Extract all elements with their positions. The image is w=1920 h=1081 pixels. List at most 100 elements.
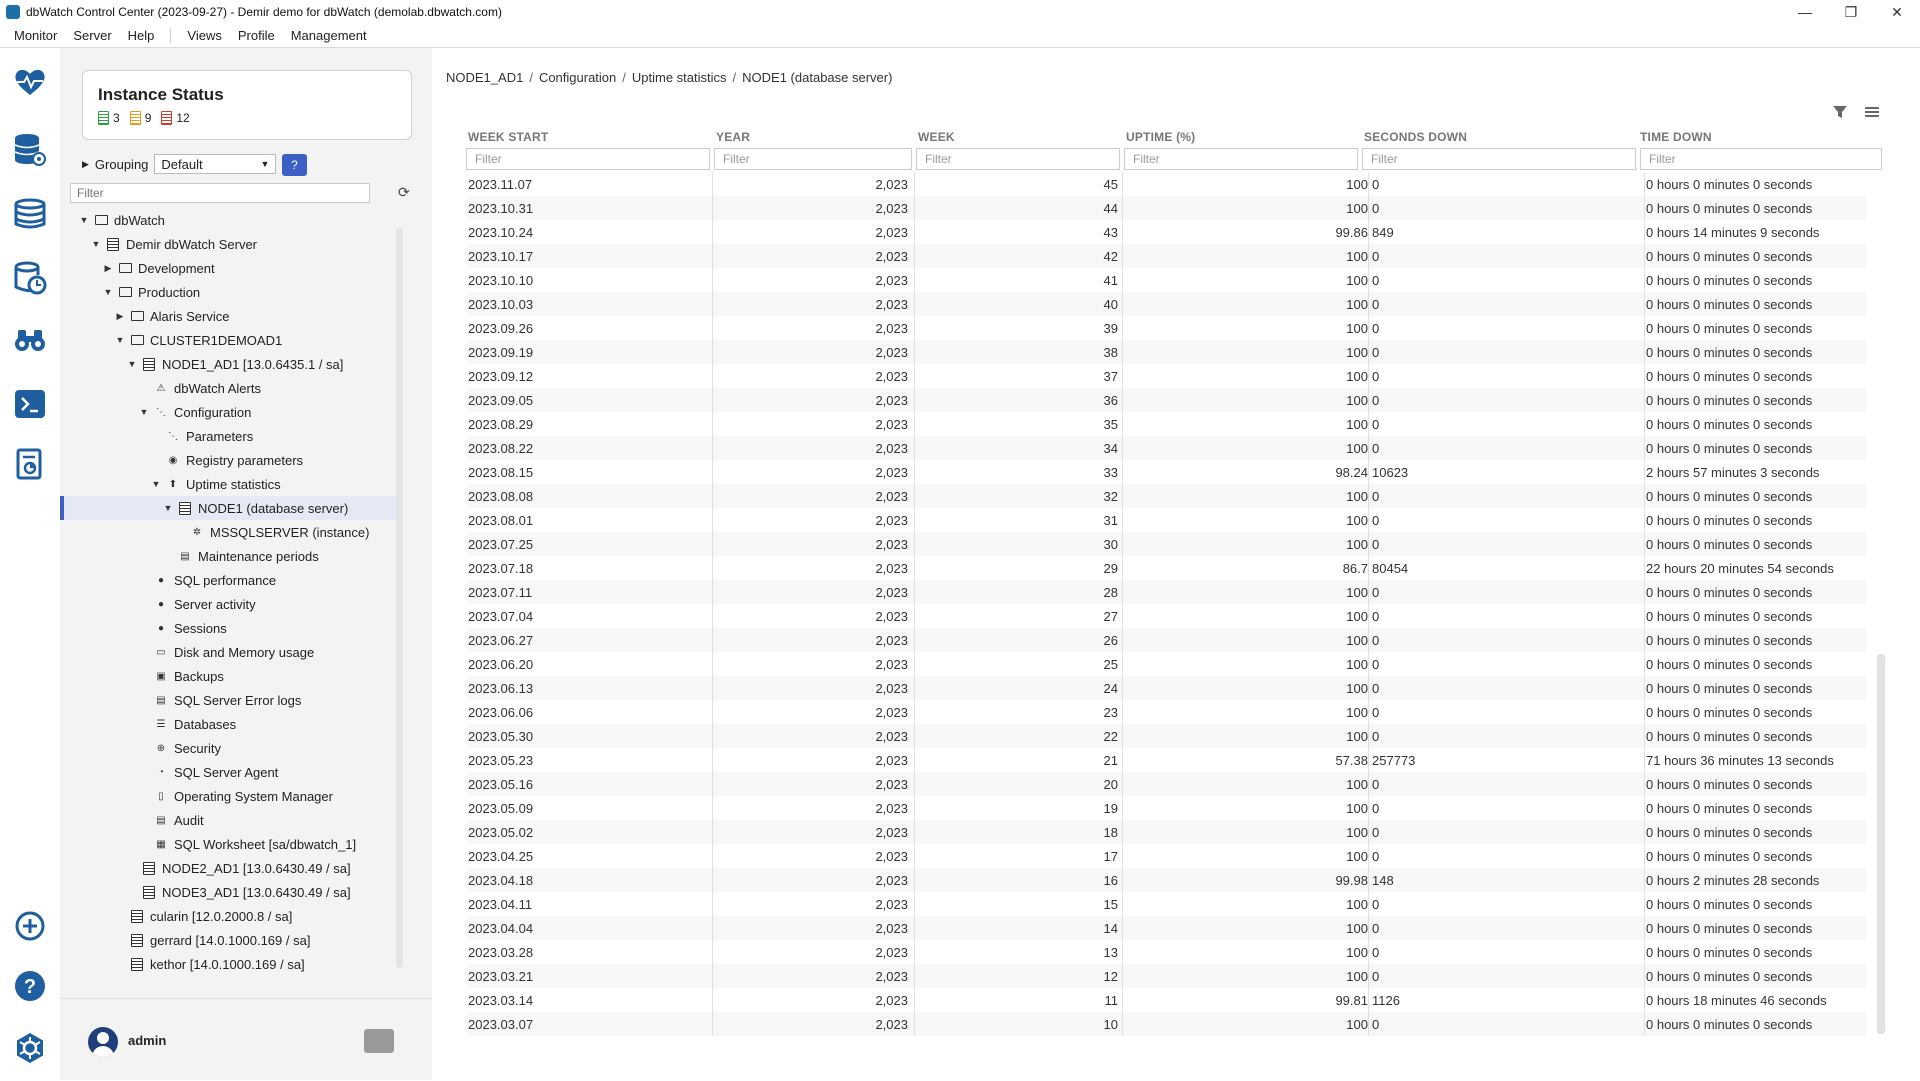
filter-week[interactable]: Filter	[916, 148, 1120, 170]
table-row[interactable]: 2023.04.11 2,023 15 100 0 0 hours 0 minutes 0…	[466, 892, 1866, 916]
tree-item[interactable]: ▣ Backups	[60, 664, 400, 688]
instance-status-card[interactable]: Instance Status 3 9 12	[82, 70, 412, 140]
tree-item[interactable]: ▼ ⋱ Configuration	[60, 400, 400, 424]
expand-toggle-icon[interactable]: ▼	[150, 479, 162, 489]
tree-item[interactable]: ▭ Disk and Memory usage	[60, 640, 400, 664]
expand-toggle-icon[interactable]: ▼	[102, 287, 114, 297]
tree-item[interactable]: kethor [14.0.1000.169 / sa]	[60, 952, 400, 976]
table-row[interactable]: 2023.10.10 2,023 41 100 0 0 hours 0 minutes 0…	[466, 268, 1866, 292]
table-row[interactable]: 2023.08.01 2,023 31 100 0 0 hours 0 minutes 0…	[466, 508, 1866, 532]
table-row[interactable]: 2023.06.06 2,023 23 100 0 0 hours 0 minutes 0…	[466, 700, 1866, 724]
menu-help[interactable]: Help	[120, 28, 163, 43]
table-row[interactable]: 2023.04.25 2,023 17 100 0 0 hours 0 minutes 0…	[466, 844, 1866, 868]
table-row[interactable]: 2023.03.21 2,023 12 100 0 0 hours 0 minutes 0…	[466, 964, 1866, 988]
minimize-button[interactable]: —	[1782, 0, 1828, 24]
grouping-expand-icon[interactable]: ▶	[82, 159, 89, 170]
tree-item[interactable]: ⚠ dbWatch Alerts	[60, 376, 400, 400]
table-row[interactable]: 2023.05.16 2,023 20 100 0 0 hours 0 minutes 0…	[466, 772, 1866, 796]
tree-item[interactable]: gerrard [14.0.1000.169 / sa]	[60, 928, 400, 952]
table-row[interactable]: 2023.09.12 2,023 37 100 0 0 hours 0 minutes 0…	[466, 364, 1866, 388]
tree-item[interactable]: NODE3_AD1 [13.0.6430.49 / sa]	[60, 880, 400, 904]
tree-scrollbar[interactable]	[394, 218, 404, 998]
tree-item[interactable]: ▤ Audit	[60, 808, 400, 832]
tree-item[interactable]: ▼ NODE1_AD1 [13.0.6435.1 / sa]	[60, 352, 400, 376]
database-clock-icon[interactable]	[12, 260, 48, 296]
expand-toggle-icon[interactable]: ▶	[102, 263, 114, 274]
menu-monitor[interactable]: Monitor	[6, 28, 65, 43]
table-row[interactable]: 2023.05.23 2,023 21 57.38 257773 71 hours 36 …	[466, 748, 1866, 772]
table-row[interactable]: 2023.05.09 2,023 19 100 0 0 hours 0 minutes 0…	[466, 796, 1866, 820]
filter-seconds-down[interactable]: Filter	[1362, 148, 1636, 170]
binoculars-icon[interactable]	[12, 322, 48, 358]
tree-scrollbar-thumb[interactable]	[396, 228, 403, 968]
breadcrumb-item[interactable]: Configuration	[539, 70, 616, 85]
table-row[interactable]: 2023.10.17 2,023 42 100 0 0 hours 0 minutes 0…	[466, 244, 1866, 268]
tree-item[interactable]: ☰ Databases	[60, 712, 400, 736]
table-row[interactable]: 2023.04.04 2,023 14 100 0 0 hours 0 minutes 0…	[466, 916, 1866, 940]
refresh-icon[interactable]: ⟳	[398, 184, 410, 201]
column-header-time-down[interactable]: TIME DOWN	[1640, 130, 1712, 144]
filter-year[interactable]: Filter	[714, 148, 912, 170]
table-row[interactable]: 2023.06.20 2,023 25 100 0 0 hours 0 minutes 0…	[466, 652, 1866, 676]
close-button[interactable]: ✕	[1874, 0, 1920, 24]
grid-scrollbar[interactable]	[1876, 174, 1886, 1044]
column-header-uptime[interactable]: UPTIME (%)	[1126, 130, 1195, 144]
database-settings-icon[interactable]	[12, 132, 48, 168]
table-row[interactable]: 2023.08.29 2,023 35 100 0 0 hours 0 minutes 0…	[466, 412, 1866, 436]
expand-toggle-icon[interactable]: ▼	[126, 359, 138, 369]
expand-toggle-icon[interactable]: ▼	[90, 239, 102, 249]
database-stack-icon[interactable]	[12, 196, 48, 232]
hamburger-menu-icon[interactable]	[1864, 104, 1880, 123]
tree-item[interactable]: cularin [12.0.2000.8 / sa]	[60, 904, 400, 928]
table-row[interactable]: 2023.05.02 2,023 18 100 0 0 hours 0 minutes 0…	[466, 820, 1866, 844]
grid-scrollbar-thumb[interactable]	[1877, 654, 1885, 1034]
table-row[interactable]: 2023.10.31 2,023 44 100 0 0 hours 0 minutes 0…	[466, 196, 1866, 220]
tree-item[interactable]: ▼ dbWatch	[60, 208, 400, 232]
menu-views[interactable]: Views	[179, 28, 229, 43]
hexagon-settings-icon[interactable]	[12, 1030, 48, 1066]
expand-toggle-icon[interactable]: ▼	[78, 215, 90, 225]
tree-item[interactable]: ◔ SQL Server Agent	[60, 760, 400, 784]
table-row[interactable]: 2023.09.19 2,023 38 100 0 0 hours 0 minutes 0…	[466, 340, 1866, 364]
tree-item[interactable]: ● Server activity	[60, 592, 400, 616]
tree-item[interactable]: ▤ Maintenance periods	[60, 544, 400, 568]
table-row[interactable]: 2023.07.18 2,023 29 86.7 80454 22 hours 20 mi…	[466, 556, 1866, 580]
grouping-help-button[interactable]: ?	[282, 154, 307, 176]
tree-item[interactable]: ▼ Production	[60, 280, 400, 304]
expand-toggle-icon[interactable]: ▼	[138, 407, 150, 417]
table-row[interactable]: 2023.10.24 2,023 43 99.86 849 0 hours 14 minu…	[466, 220, 1866, 244]
tree-item[interactable]: ▼ CLUSTER1DEMOAD1	[60, 328, 400, 352]
column-header-week[interactable]: WEEK	[918, 130, 955, 144]
table-row[interactable]: 2023.06.27 2,023 26 100 0 0 hours 0 minutes 0…	[466, 628, 1866, 652]
table-row[interactable]: 2023.03.07 2,023 10 100 0 0 hours 0 minutes 0…	[466, 1012, 1866, 1036]
tree-item[interactable]: ▼ NODE1 (database server)	[60, 496, 400, 520]
table-row[interactable]: 2023.03.14 2,023 11 99.81 1126 0 hours 18 min…	[466, 988, 1866, 1012]
grouping-select[interactable]: Default ▼	[154, 154, 277, 174]
table-row[interactable]: 2023.08.15 2,023 33 98.24 10623 2 hours 57 mi…	[466, 460, 1866, 484]
table-row[interactable]: 2023.07.25 2,023 30 100 0 0 hours 0 minutes 0…	[466, 532, 1866, 556]
expand-toggle-icon[interactable]: ▼	[114, 335, 126, 345]
tree-filter-input[interactable]	[70, 183, 370, 203]
menu-server[interactable]: Server	[65, 28, 119, 43]
tree-item[interactable]: ▶ Alaris Service	[60, 304, 400, 328]
table-row[interactable]: 2023.07.04 2,023 27 100 0 0 hours 0 minutes 0…	[466, 604, 1866, 628]
table-row[interactable]: 2023.08.22 2,023 34 100 0 0 hours 0 minutes 0…	[466, 436, 1866, 460]
tree-item[interactable]: ● SQL performance	[60, 568, 400, 592]
chat-icon[interactable]	[364, 1029, 394, 1053]
avatar[interactable]	[88, 1027, 118, 1057]
table-row[interactable]: 2023.09.26 2,023 39 100 0 0 hours 0 minutes 0…	[466, 316, 1866, 340]
column-header-week-start[interactable]: WEEK START	[468, 130, 548, 144]
add-icon[interactable]	[12, 908, 48, 944]
tree-item[interactable]: ▤ SQL Server Error logs	[60, 688, 400, 712]
report-icon[interactable]	[12, 446, 48, 482]
restore-button[interactable]: ❐	[1828, 0, 1874, 24]
table-row[interactable]: 2023.05.30 2,023 22 100 0 0 hours 0 minutes 0…	[466, 724, 1866, 748]
column-header-seconds-down[interactable]: SECONDS DOWN	[1364, 130, 1467, 144]
tree-item[interactable]: ▶ Development	[60, 256, 400, 280]
filter-icon[interactable]	[1832, 104, 1848, 123]
tree-item[interactable]: NODE2_AD1 [13.0.6430.49 / sa]	[60, 856, 400, 880]
tree-item[interactable]: ▦ SQL Worksheet [sa/dbwatch_1]	[60, 832, 400, 856]
table-row[interactable]: 2023.06.13 2,023 24 100 0 0 hours 0 minutes 0…	[466, 676, 1866, 700]
terminal-icon[interactable]	[12, 386, 48, 422]
table-row[interactable]: 2023.10.03 2,023 40 100 0 0 hours 0 minutes 0…	[466, 292, 1866, 316]
